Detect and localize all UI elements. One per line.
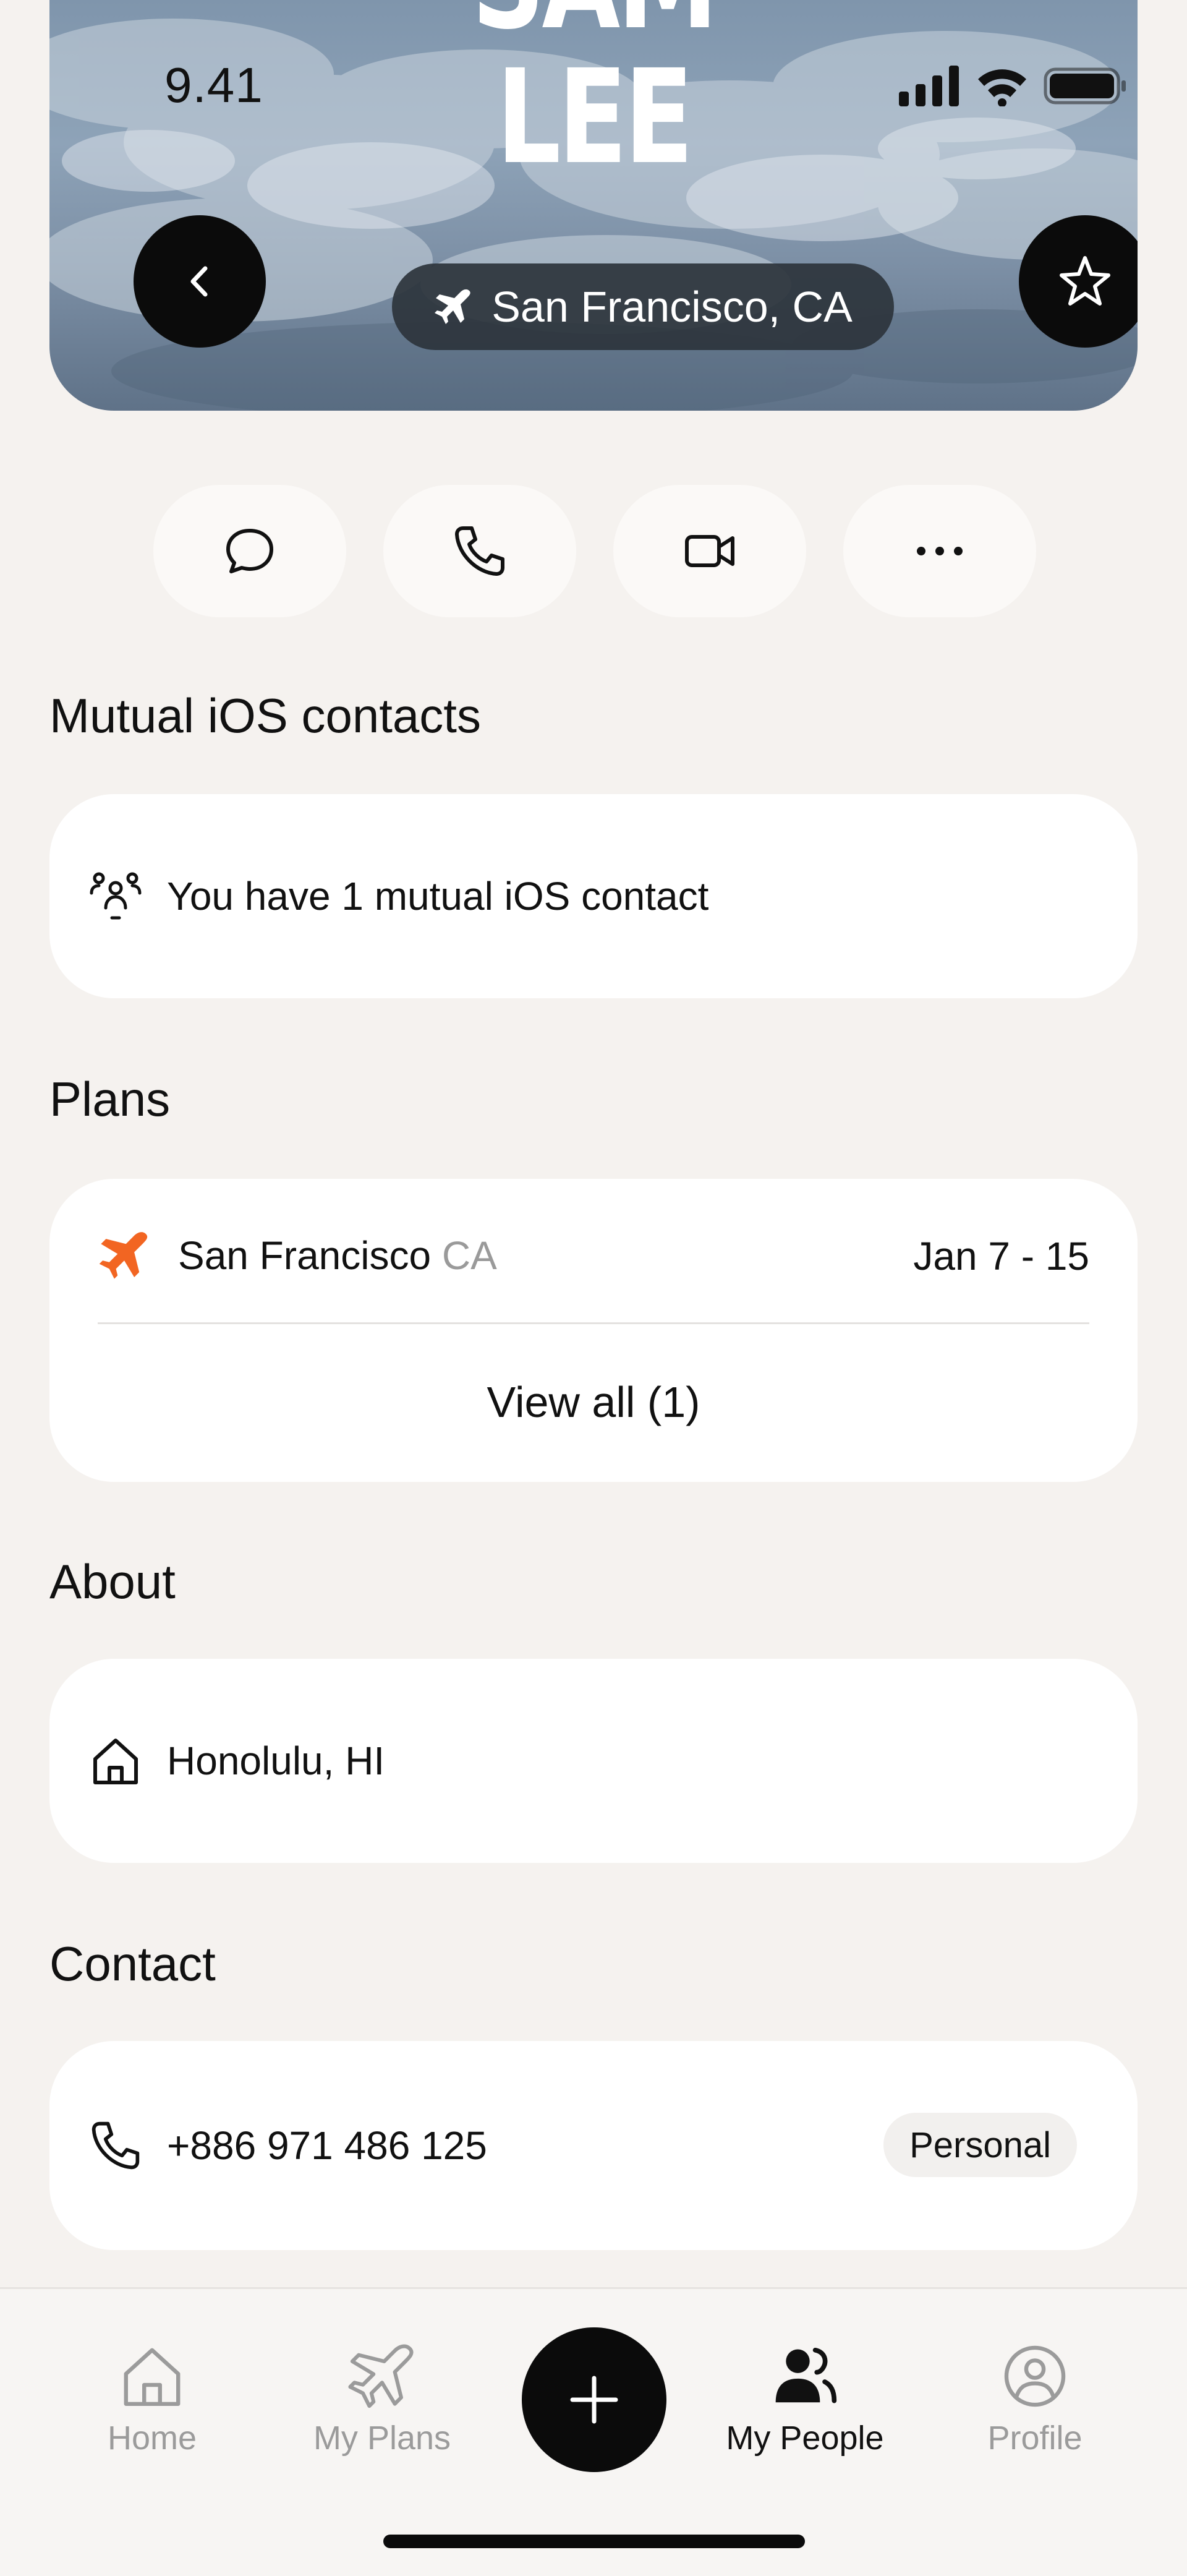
more-dots-icon [917,547,963,555]
profile-hero: SAM LEE 9.41 San Francisco, CA [49,0,1138,411]
group-icon [90,872,142,920]
plane-icon [348,2344,414,2408]
chat-bubble-icon [226,529,273,573]
phone-label-badge: Personal [883,2113,1077,2177]
status-time: 9.41 [164,58,263,113]
status-icons [899,66,1128,106]
profile-icon [1004,2345,1066,2407]
wifi-icon [978,69,1026,106]
mutual-contacts-title: Mutual iOS contacts [49,688,481,743]
plan-city: San Francisco [178,1233,432,1278]
chevron-left-icon [190,266,208,297]
contact-card[interactable]: +886 971 486 125 Personal [49,2041,1138,2250]
more-button[interactable] [843,485,1036,617]
video-camera-icon [685,535,734,567]
tab-profile-label: Profile [987,2420,1083,2457]
profile-first-name: SAM [169,0,1018,48]
tab-home-label: Home [107,2420,197,2457]
mutual-contacts-text: You have 1 mutual iOS contact [167,874,709,918]
plan-state: CA [441,1233,497,1278]
plane-icon [435,289,470,324]
quick-actions [153,485,1036,617]
tab-my-plans-label: My Plans [313,2420,451,2457]
plane-icon [99,1232,148,1279]
tab-home[interactable]: Home [53,2342,251,2457]
add-button[interactable] [522,2327,666,2472]
star-icon [1060,256,1110,306]
plan-item[interactable]: San Francisco CA [98,1179,497,1332]
contact-title: Contact [49,1936,216,1991]
call-button[interactable] [383,485,576,617]
plans-title: Plans [49,1072,171,1126]
phone-icon [455,526,504,576]
cellular-signal-icon [899,66,959,106]
tab-bar: Home My Plans My People Profile [0,2287,1187,2576]
tab-my-people-label: My People [726,2420,884,2457]
location-pill[interactable]: San Francisco, CA [392,263,894,350]
tab-my-people[interactable]: My People [706,2342,904,2457]
view-all-plans-button[interactable]: View all (1) [49,1325,1138,1479]
mutual-contacts-card[interactable]: You have 1 mutual iOS contact [49,794,1138,998]
video-call-button[interactable] [613,485,806,617]
profile-last-name: LEE [496,41,694,193]
phone-icon [91,2121,140,2170]
battery-icon [1044,67,1126,105]
plans-divider [98,1322,1089,1324]
about-card: Honolulu, HI [49,1659,1138,1863]
about-title: About [49,1554,176,1609]
tab-my-plans[interactable]: My Plans [283,2342,481,2457]
people-icon [775,2347,837,2403]
home-icon [124,2348,181,2406]
plan-dates: Jan 7 - 15 [913,1234,1089,1278]
phone-number: +886 971 486 125 [167,2123,487,2168]
tab-profile[interactable]: Profile [936,2342,1134,2457]
plus-icon [570,2376,618,2424]
back-button[interactable] [134,215,266,348]
hometown-text: Honolulu, HI [167,1739,385,1783]
location-text: San Francisco, CA [491,283,853,331]
plans-card: San Francisco CA Jan 7 - 15 View all (1) [49,1179,1138,1482]
home-indicator [383,2535,805,2548]
message-button[interactable] [153,485,346,617]
home-icon [93,1739,138,1784]
